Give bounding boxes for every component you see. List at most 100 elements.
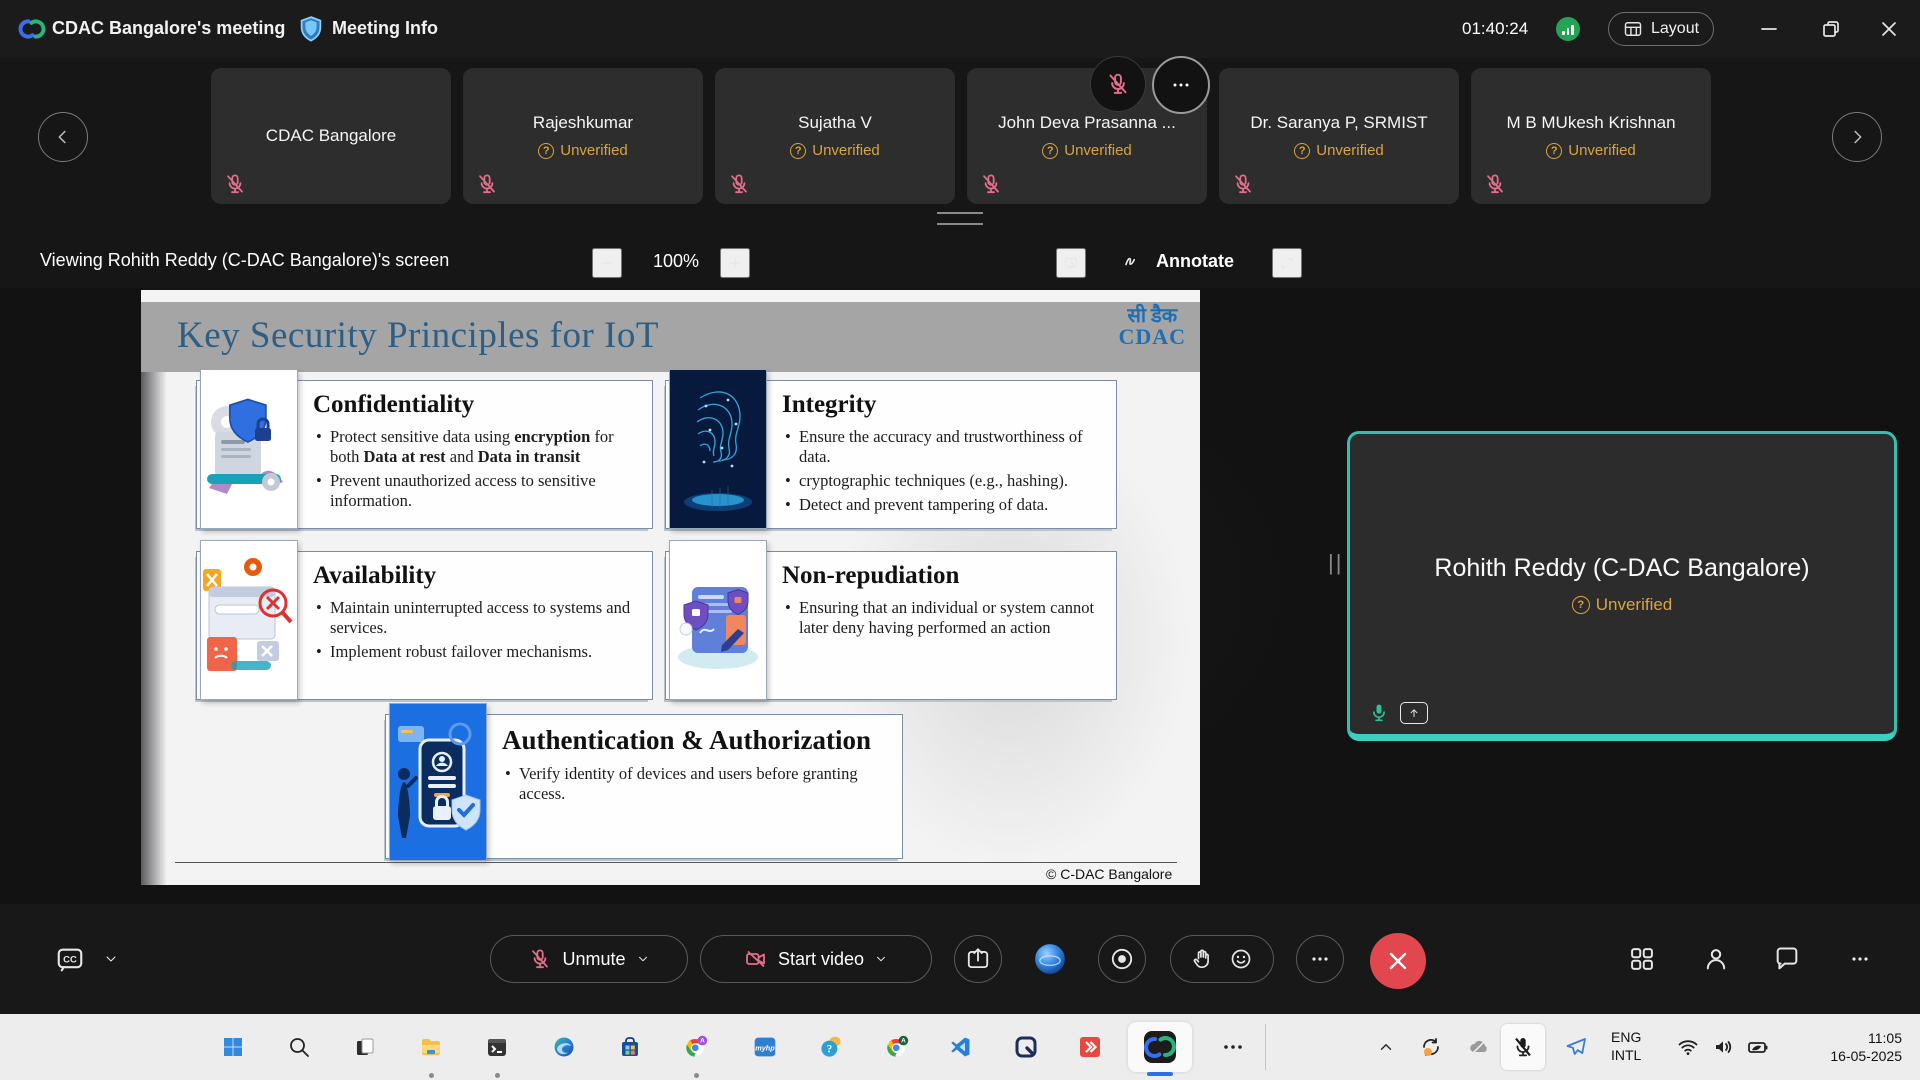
webex-logo-icon (18, 15, 46, 43)
tray-update-sync-icon[interactable] (1413, 1029, 1449, 1065)
clock-date: 16-05-2025 (1830, 1047, 1902, 1065)
meeting-info-label[interactable]: Meeting Info (332, 18, 438, 39)
leave-meeting-button[interactable] (1370, 933, 1426, 989)
filmstrip-resize-handle[interactable] (937, 212, 983, 225)
shared-slide: Key Security Principles for IoT सी डैक C… (141, 290, 1200, 885)
chrome-profile-2-icon[interactable]: A (879, 1029, 915, 1065)
annotate-button[interactable]: Annotate (1122, 249, 1234, 273)
start-button[interactable] (215, 1029, 251, 1065)
tray-show-hidden-icons[interactable] (1368, 1029, 1404, 1065)
annotate-label: Annotate (1156, 251, 1234, 272)
chrome-profile-a-icon[interactable]: A (678, 1029, 714, 1065)
red-app-icon[interactable] (1072, 1029, 1108, 1065)
participant-name: Sujatha V (798, 113, 872, 133)
layout-apps-button[interactable] (1620, 937, 1664, 981)
window-restore-button[interactable] (1814, 12, 1848, 46)
tray-battery-icon[interactable] (1740, 1029, 1776, 1065)
meeting-control-bar: CC Unmute Start video (0, 904, 1920, 1014)
tray-volume-icon[interactable] (1706, 1029, 1742, 1065)
more-options-button[interactable] (1296, 935, 1344, 983)
meeting-security-shield-icon[interactable] (296, 14, 326, 44)
unverified-badge: ?Unverified (538, 142, 628, 159)
slide-card-title: Availability (313, 562, 640, 590)
filmstrip-prev-button[interactable] (38, 112, 88, 162)
mic-muted-icon (727, 172, 751, 196)
participant-tile[interactable]: CDAC Bangalore (211, 68, 451, 204)
taskbar-divider (1265, 1024, 1266, 1070)
mic-muted-icon (1483, 172, 1507, 196)
tray-mic-muted-icon[interactable] (1501, 1024, 1545, 1070)
participants-panel-button[interactable] (1694, 937, 1738, 981)
sharing-indicator-icon (1400, 702, 1428, 724)
zoom-level[interactable]: 100% (636, 251, 716, 272)
unverified-badge: ?Unverified (1042, 142, 1132, 159)
question-icon: ? (1546, 143, 1562, 159)
confidentiality-illustration (200, 369, 298, 529)
unverified-badge: ? Unverified (1572, 595, 1673, 615)
participant-tile[interactable]: Rajeshkumar ?Unverified (463, 68, 703, 204)
tray-onedrive-icon[interactable] (1461, 1029, 1497, 1065)
participant-tile[interactable]: Dr. Saranya P, SRMIST ?Unverified (1219, 68, 1459, 204)
participant-tile[interactable]: M B MUkesh Krishnan ?Unverified (1471, 68, 1711, 204)
myhp-app-icon[interactable]: myhp (747, 1029, 783, 1065)
task-view-icon[interactable] (347, 1029, 383, 1065)
tray-language-indicator[interactable]: ENG INTL (1611, 1029, 1641, 1064)
smiley-reaction-icon (1229, 947, 1253, 971)
unmute-button[interactable]: Unmute (490, 935, 688, 983)
mic-muted-icon (475, 172, 499, 196)
terminal-icon[interactable] (479, 1029, 515, 1065)
slide-card-availability: Availability Maintain uninterrupted acce… (196, 551, 653, 700)
help-ball-app-icon[interactable]: ? (813, 1029, 849, 1065)
reactions-button[interactable] (1170, 935, 1274, 983)
remote-control-button[interactable] (1056, 248, 1086, 278)
zoom-out-button[interactable] (592, 248, 622, 278)
chat-panel-button[interactable] (1765, 937, 1809, 981)
participant-tile[interactable]: Sujatha V ?Unverified (715, 68, 955, 204)
q-app-icon[interactable] (1008, 1029, 1044, 1065)
mic-active-icon (1368, 702, 1390, 724)
active-speaker-tile[interactable]: Rohith Reddy (C-DAC Bangalore) ? Unverif… (1347, 431, 1897, 741)
window-close-button[interactable] (1872, 12, 1906, 46)
file-explorer-icon[interactable] (413, 1029, 449, 1065)
window-minimize-button[interactable] (1752, 12, 1786, 46)
captions-options-chevron[interactable] (96, 935, 126, 983)
connection-quality-icon[interactable] (1556, 17, 1580, 41)
edge-browser-icon[interactable] (546, 1029, 582, 1065)
expand-share-button[interactable] (1272, 248, 1302, 278)
taskbar-clock[interactable]: 11:05 16-05-2025 (1830, 1029, 1902, 1065)
closed-captions-button[interactable]: CC (48, 935, 92, 983)
start-video-label: Start video (778, 949, 864, 970)
search-icon[interactable] (281, 1029, 317, 1065)
tile-mute-button[interactable] (1090, 56, 1146, 112)
tray-wifi-icon[interactable] (1670, 1029, 1706, 1065)
slide-card-title: Non-repudiation (782, 562, 1104, 590)
slide-card-confidentiality: Confidentiality Protect sensitive data u… (196, 380, 653, 529)
slide-card-integrity: Integrity Ensure the accuracy and trustw… (665, 380, 1117, 529)
taskbar-overflow-button[interactable] (1215, 1029, 1251, 1065)
record-button[interactable] (1098, 935, 1146, 983)
filmstrip-next-button[interactable] (1832, 112, 1882, 162)
layout-button[interactable]: Layout (1608, 12, 1714, 46)
participant-name: Dr. Saranya P, SRMIST (1250, 113, 1427, 133)
slide-card-bullets: Verify identity of devices and users bef… (502, 764, 890, 804)
zoom-in-button[interactable] (720, 248, 750, 278)
microsoft-store-icon[interactable] (612, 1029, 648, 1065)
tile-more-options-button[interactable] (1152, 56, 1210, 114)
webex-taskbar-icon[interactable] (1128, 1022, 1192, 1072)
unmute-label: Unmute (562, 949, 625, 970)
svg-text:A: A (700, 1038, 705, 1045)
mic-muted-icon (979, 172, 1003, 196)
question-icon: ? (790, 143, 806, 159)
participant-name: Rajeshkumar (533, 113, 633, 133)
stage-splitter-handle[interactable]: || (1328, 550, 1343, 576)
svg-text:CC: CC (63, 954, 77, 965)
tray-telegram-icon[interactable] (1558, 1029, 1594, 1065)
webex-assistant-button[interactable] (1026, 935, 1074, 983)
start-video-button[interactable]: Start video (700, 935, 932, 983)
share-screen-button[interactable] (954, 935, 1002, 983)
svg-text:myhp: myhp (755, 1043, 775, 1052)
vscode-icon[interactable] (942, 1029, 978, 1065)
participant-filmstrip: CDAC Bangalore Rajeshkumar ?Unverified S… (0, 68, 1920, 206)
panel-more-button[interactable] (1838, 937, 1882, 981)
slide-card-authentication: Authentication & Authorization Verify id… (385, 714, 903, 859)
